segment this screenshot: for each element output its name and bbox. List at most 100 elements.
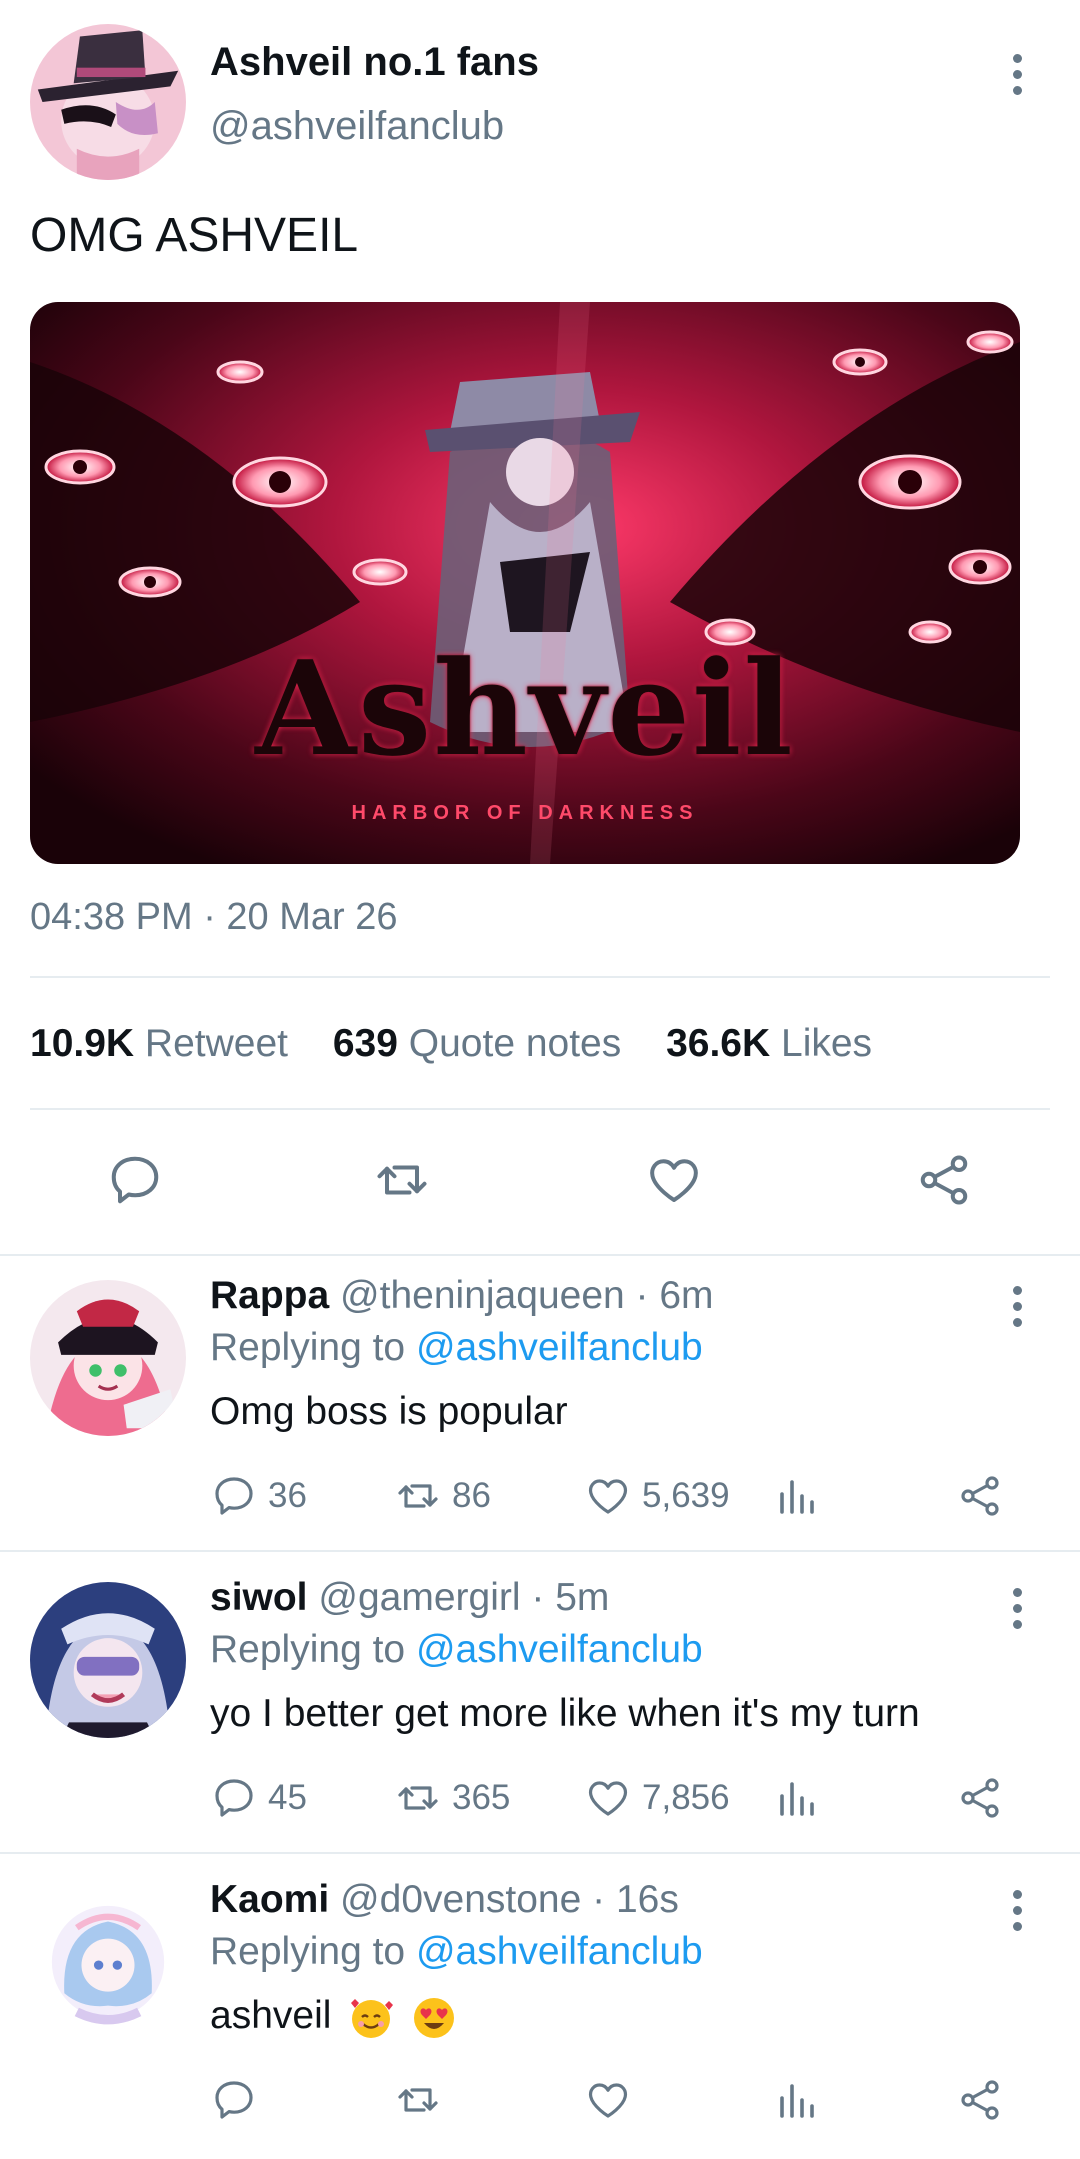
reply-item[interactable]: Kaomi @d0venstone · 16s Replying to @ash… [0,1868,1080,2159]
author-handle[interactable]: @ashveilfanclub [210,104,504,149]
reply-button[interactable] [210,2072,258,2128]
divider [30,976,1050,978]
like-button[interactable]: 5,639 [584,1468,730,1524]
retweet-label: Retweet [144,1022,288,1065]
analytics-icon [780,1782,814,1816]
quote-count: 639 [332,1022,398,1065]
share-icon [961,1476,999,1516]
reply-avatar[interactable] [30,1280,186,1436]
reply-icon[interactable] [105,1150,165,1210]
like-count: 5,639 [642,1476,730,1515]
reply-icon [215,1779,253,1817]
retweet-icon [398,1484,438,1508]
like-button[interactable] [584,2072,632,2128]
views-button[interactable] [772,1770,820,1826]
reply-action-bar [0,2072,1080,2128]
reply-header: Kaomi @d0venstone · 16s [210,1878,679,1922]
share-icon[interactable] [914,1150,974,1210]
reply-count: 45 [268,1778,307,1817]
like-button[interactable]: 7,856 [584,1770,730,1826]
reply-text: ashveil [210,1994,332,2037]
replying-prefix: Replying to [210,1628,416,1671]
likes-stat[interactable]: 36.6K Likes [666,1022,906,1065]
reply-avatar[interactable] [30,1582,186,1738]
retweet-count: 365 [452,1778,511,1817]
divider [0,1852,1080,1854]
like-icon [588,2083,628,2118]
analytics-icon [780,2084,814,2118]
replying-prefix: Replying to [210,1326,416,1369]
retweet-button[interactable]: 86 [394,1468,491,1524]
retweet-icon[interactable] [372,1150,432,1210]
post-media-image[interactable]: Ashveil HARBOR OF DARKNESS [30,302,1020,864]
retweet-count: 86 [452,1476,491,1515]
divider [0,1254,1080,1256]
more-options-icon[interactable] [1002,1880,1032,1940]
reply-item[interactable]: Rappa @theninjaqueen · 6m Replying to @a… [0,1264,1080,1564]
reply-author-name[interactable]: siwol [210,1576,308,1619]
reply-icon [215,1477,253,1515]
reply-author-handle[interactable]: @gamergirl [318,1576,520,1619]
reply-time: · 5m [531,1576,610,1619]
replying-to-link[interactable]: @ashveilfanclub [416,1628,703,1671]
share-button[interactable] [956,2072,1004,2128]
replying-to-link[interactable]: @ashveilfanclub [416,1326,703,1369]
like-icon [588,1479,628,1514]
media-title-text: Ashveil [255,632,795,785]
reply-author-handle[interactable]: @d0venstone [340,1878,581,1921]
reply-time: · 6m [635,1274,714,1317]
reply-author-name[interactable]: Kaomi [210,1878,329,1921]
like-count: 7,856 [642,1778,730,1817]
views-button[interactable] [772,1468,820,1524]
share-icon [961,2080,999,2120]
retweet-icon [398,2088,438,2112]
replying-to: Replying to @ashveilfanclub [210,1628,703,1672]
share-button[interactable] [956,1468,1004,1524]
replying-to: Replying to @ashveilfanclub [210,1326,703,1370]
reply-author-handle[interactable]: @theninjaqueen [340,1274,625,1317]
reply-button[interactable]: 45 [210,1770,307,1826]
likes-count: 36.6K [666,1022,771,1065]
reply-action-bar: 45 365 7,856 [0,1770,1080,1826]
reply-text-container: ashveil [210,1994,457,2041]
post-text: OMG ASHVEIL [30,209,359,262]
like-icon[interactable] [644,1150,704,1210]
share-button[interactable] [956,1770,1004,1826]
replying-to: Replying to @ashveilfanclub [210,1930,703,1974]
retweet-count: 10.9K [30,1022,135,1065]
reply-item[interactable]: siwol @gamergirl · 5m Replying to @ashve… [0,1566,1080,1866]
reply-icon [215,2081,253,2119]
retweet-button[interactable] [394,2072,442,2128]
author-display-name[interactable]: Ashveil no.1 fans [210,40,539,85]
more-options-icon[interactable] [1002,1276,1032,1336]
engagement-stats: 10.9K Retweet 639 Quote notes 36.6K Like… [30,1022,906,1066]
reply-count: 36 [268,1476,307,1515]
reply-header: Rappa @theninjaqueen · 6m [210,1274,714,1318]
divider [30,1108,1050,1110]
author-avatar[interactable] [30,24,186,180]
reply-author-name[interactable]: Rappa [210,1274,329,1317]
reply-text: Omg boss is popular [210,1390,568,1433]
heart-eyes-icon [411,1995,457,2041]
share-icon [961,1778,999,1818]
divider [0,1550,1080,1552]
more-options-icon[interactable] [1002,44,1032,104]
quote-label: Quote notes [408,1022,622,1065]
retweet-icon [398,1786,438,1810]
replying-to-link[interactable]: @ashveilfanclub [416,1930,703,1973]
post-timestamp: 04:38 PM · 20 Mar 26 [30,896,398,938]
post-action-bar [0,1150,1080,1212]
media-subtitle-text: HARBOR OF DARKNESS [351,802,699,824]
reply-time: · 16s [592,1878,679,1921]
quote-stat[interactable]: 639 Quote notes [333,1022,655,1065]
retweet-stat[interactable]: 10.9K Retweet [30,1022,322,1065]
like-icon [588,1781,628,1816]
reply-button[interactable]: 36 [210,1468,307,1524]
reply-header: siwol @gamergirl · 5m [210,1576,609,1620]
replying-prefix: Replying to [210,1930,416,1973]
reply-text: yo I better get more like when it's my t… [210,1692,920,1735]
retweet-button[interactable]: 365 [394,1770,510,1826]
reply-avatar[interactable] [30,1884,186,2040]
views-button[interactable] [772,2072,820,2128]
more-options-icon[interactable] [1002,1578,1032,1638]
